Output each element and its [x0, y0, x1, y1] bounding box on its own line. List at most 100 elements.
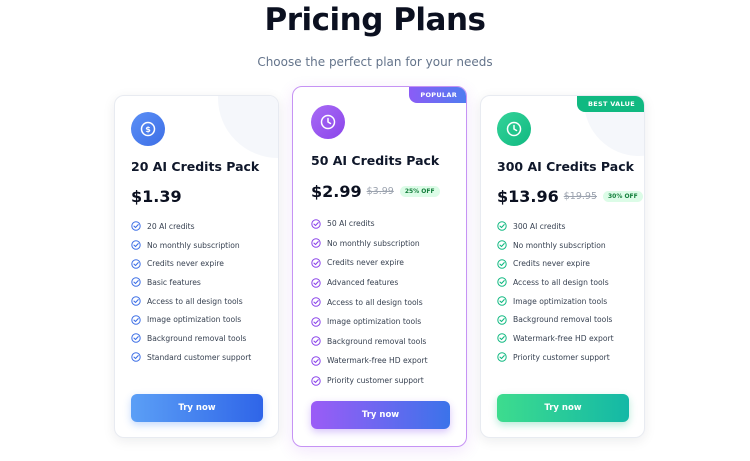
feature-text: Access to all design tools: [147, 296, 243, 306]
clock-icon: [311, 105, 345, 139]
check-circle-icon: [497, 240, 507, 250]
feature-text: No monthly subscription: [327, 238, 420, 248]
feature-item: Credits never expire: [497, 254, 614, 273]
feature-item: Watermark-free HD export: [311, 351, 428, 371]
check-circle-icon: [131, 277, 141, 288]
feature-item: Standard customer support: [131, 348, 251, 367]
check-circle-icon: [131, 240, 141, 250]
feature-text: Credits never expire: [327, 258, 404, 268]
feature-item: 300 AI credits: [497, 217, 614, 236]
feature-text: 300 AI credits: [513, 221, 566, 231]
feature-text: Watermark-free HD export: [327, 356, 428, 366]
decorative-blob: [218, 96, 278, 158]
plan-card-20-credits: $ 20 AI Credits Pack $1.39 20 AI credits…: [114, 95, 279, 438]
check-circle-icon: [497, 352, 507, 362]
feature-item: No monthly subscription: [497, 236, 614, 255]
feature-text: Image optimization tools: [513, 296, 608, 306]
check-circle-icon: [131, 259, 141, 269]
check-circle-icon: [497, 259, 507, 269]
feature-text: Advanced features: [327, 278, 399, 288]
feature-text: Credits never expire: [147, 259, 224, 269]
check-circle-icon: [497, 296, 507, 306]
feature-text: Image optimization tools: [147, 315, 242, 325]
try-now-button[interactable]: Try now: [311, 401, 450, 429]
feature-item: Access to all design tools: [497, 273, 614, 292]
plan-name: 50 AI Credits Pack: [311, 153, 440, 168]
feature-item: Advanced features: [311, 273, 428, 293]
check-circle-icon: [311, 219, 321, 229]
plan-price: $13.96: [497, 187, 559, 206]
plan-card-300-credits: BEST VALUE 300 AI Credits Pack $13.96 $1…: [480, 95, 645, 438]
feature-item: Image optimization tools: [497, 292, 614, 311]
page-subtitle: Choose the perfect plan for your needs: [257, 55, 493, 69]
try-now-button[interactable]: Try now: [131, 394, 263, 422]
svg-text:$: $: [145, 125, 151, 134]
feature-text: Background removal tools: [147, 333, 247, 343]
price-row: $2.99 $3.99 25% OFF: [311, 182, 440, 201]
feature-item: No monthly subscription: [311, 234, 428, 254]
check-circle-icon: [311, 375, 321, 386]
plan-name: 300 AI Credits Pack: [497, 159, 634, 174]
page-title: Pricing Plans: [264, 2, 486, 38]
check-circle-icon: [311, 238, 321, 249]
check-circle-icon: [497, 333, 507, 344]
feature-text: Priority customer support: [513, 352, 610, 362]
feature-item: No monthly subscription: [131, 236, 251, 255]
feature-item: Credits never expire: [131, 254, 251, 273]
check-circle-icon: [311, 258, 321, 268]
feature-text: Priority customer support: [327, 376, 424, 386]
discount-badge: 25% OFF: [399, 186, 440, 197]
check-circle-icon: [131, 333, 141, 344]
popular-badge: POPULAR: [409, 87, 466, 103]
feature-text: Background removal tools: [513, 315, 613, 325]
feature-item: Access to all design tools: [131, 292, 251, 311]
feature-list: 50 AI credits No monthly subscription Cred…: [311, 214, 428, 390]
best-value-badge: BEST VALUE: [576, 96, 644, 112]
check-circle-icon: [311, 317, 321, 327]
feature-text: Watermark-free HD export: [513, 333, 614, 343]
feature-list: 20 AI credits No monthly subscription Cred…: [131, 217, 251, 367]
feature-text: No monthly subscription: [513, 240, 606, 250]
feature-item: Background removal tools: [131, 329, 251, 348]
feature-item: 50 AI credits: [311, 214, 428, 234]
price-row: $1.39: [131, 187, 182, 206]
plan-card-50-credits: POPULAR 50 AI Credits Pack $2.99 $3.99 2…: [292, 86, 467, 447]
plan-name: 20 AI Credits Pack: [131, 159, 260, 174]
check-circle-icon: [131, 315, 141, 325]
feature-text: Image optimization tools: [327, 317, 422, 327]
feature-text: 20 AI credits: [147, 221, 195, 231]
price-row: $13.96 $19.95 30% OFF: [497, 187, 643, 206]
check-circle-icon: [311, 336, 321, 347]
check-circle-icon: [497, 277, 507, 288]
check-circle-icon: [311, 277, 321, 288]
feature-item: Image optimization tools: [311, 312, 428, 332]
clock-icon: [497, 112, 531, 146]
old-price: $19.95: [563, 191, 597, 202]
feature-text: Basic features: [147, 277, 201, 287]
feature-item: Basic features: [131, 273, 251, 292]
feature-item: Image optimization tools: [131, 310, 251, 329]
feature-text: Credits never expire: [513, 259, 590, 269]
feature-item: Watermark-free HD export: [497, 329, 614, 348]
feature-item: Background removal tools: [497, 310, 614, 329]
feature-text: Standard customer support: [147, 352, 252, 362]
dollar-coin-icon: $: [131, 112, 165, 146]
check-circle-icon: [311, 356, 321, 366]
try-now-button[interactable]: Try now: [497, 394, 629, 422]
feature-text: Access to all design tools: [327, 297, 423, 307]
old-price: $3.99: [366, 186, 394, 197]
check-circle-icon: [497, 221, 507, 232]
feature-item: Credits never expire: [311, 253, 428, 273]
feature-list: 300 AI credits No monthly subscription Cre…: [497, 217, 614, 367]
feature-item: Background removal tools: [311, 332, 428, 352]
plan-price: $2.99: [311, 182, 362, 201]
check-circle-icon: [497, 315, 507, 325]
check-circle-icon: [311, 297, 321, 307]
plan-price: $1.39: [131, 187, 182, 206]
discount-badge: 30% OFF: [603, 191, 643, 202]
feature-item: Access to all design tools: [311, 292, 428, 312]
feature-text: No monthly subscription: [147, 240, 240, 250]
feature-item: Priority customer support: [311, 371, 428, 391]
feature-item: Priority customer support: [497, 348, 614, 367]
feature-text: Access to all design tools: [513, 277, 609, 287]
